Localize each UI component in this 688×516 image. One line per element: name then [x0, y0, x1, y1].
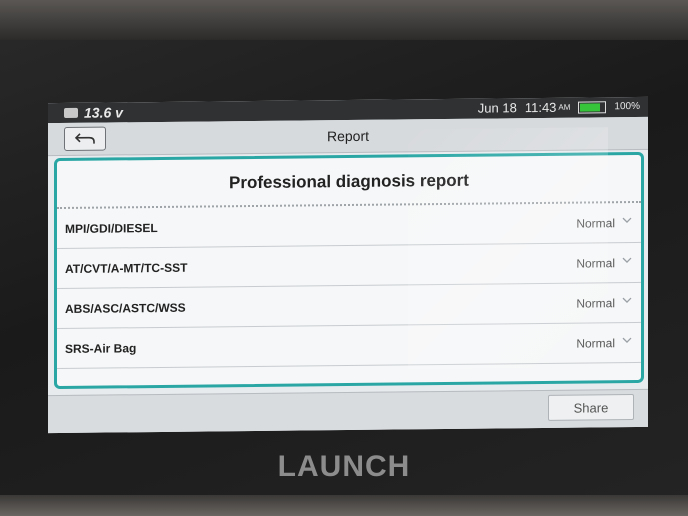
system-name: AT/CVT/A-MT/TC-SST [65, 260, 188, 276]
chevron-down-icon [622, 297, 632, 303]
system-status: Normal [576, 336, 615, 351]
title-bar: Report [48, 116, 648, 157]
system-name: SRS-Air Bag [65, 341, 137, 356]
bottom-bar: Share [48, 388, 648, 434]
device-bezel-top [0, 0, 688, 40]
device-bezel-bottom [0, 495, 688, 516]
report-list: MPI/GDI/DIESEL Normal AT/CVT/A-MT/TC-SST… [57, 202, 641, 370]
report-row-srs[interactable]: SRS-Air Bag Normal [57, 322, 641, 370]
chevron-down-icon [622, 337, 632, 343]
report-title: Professional diagnosis report [229, 170, 469, 193]
system-name: MPI/GDI/DIESEL [65, 220, 158, 236]
system-name: ABS/ASC/ASTC/WSS [65, 300, 186, 316]
battery-percent: 100% [614, 100, 640, 113]
system-status: Normal [576, 296, 615, 311]
screen: 13.6 v Jun 18 11:43 AM 100% Report Profe… [48, 96, 648, 434]
system-status: Normal [576, 256, 615, 271]
device-brand-logo: LAUNCH [277, 450, 411, 483]
device-frame: 13.6 v Jun 18 11:43 AM 100% Report Profe… [0, 0, 688, 516]
battery-icon [578, 100, 607, 114]
chevron-down-icon [622, 217, 632, 223]
status-date: Jun 18 [477, 100, 517, 116]
status-ampm: AM [558, 102, 571, 112]
voltage-readout: 13.6 v [84, 104, 123, 121]
status-time: 11:43 [524, 99, 557, 116]
report-row-abs[interactable]: ABS/ASC/ASTC/WSS Normal [57, 282, 641, 330]
share-button[interactable]: Share [548, 394, 634, 421]
car-battery-icon [64, 107, 78, 118]
system-status: Normal [576, 216, 615, 231]
report-panel: Professional diagnosis report MPI/GDI/DI… [54, 151, 644, 390]
report-row-at[interactable]: AT/CVT/A-MT/TC-SST Normal [57, 242, 641, 290]
report-header: Professional diagnosis report [57, 154, 641, 210]
chevron-down-icon [622, 257, 632, 263]
report-row-mpi[interactable]: MPI/GDI/DIESEL Normal [57, 202, 641, 250]
page-title: Report [326, 127, 370, 145]
